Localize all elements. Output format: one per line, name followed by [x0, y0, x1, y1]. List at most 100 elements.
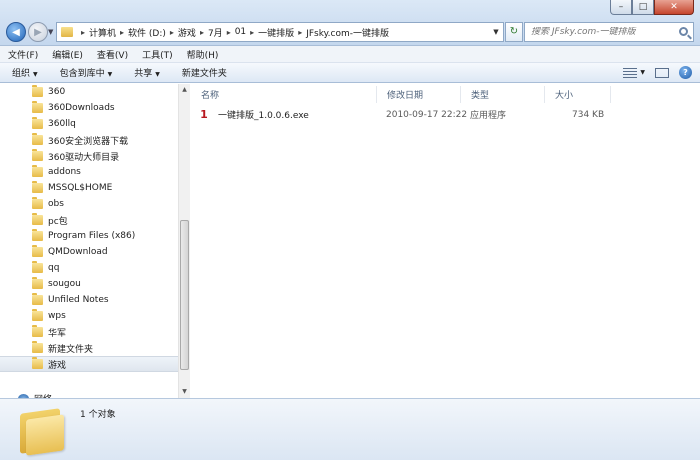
- include-in-library-button[interactable]: 包含到库中 ▼: [60, 66, 113, 79]
- tree-item-qq[interactable]: qq: [0, 260, 178, 276]
- tree-item-unfiled-notes[interactable]: Unfiled Notes: [0, 292, 178, 308]
- tree-item-addons[interactable]: addons: [0, 164, 178, 180]
- change-view-icon[interactable]: [623, 67, 638, 78]
- breadcrumb-drive-d[interactable]: 软件 (D:): [128, 26, 166, 39]
- tree-item-pc-package[interactable]: pc包: [0, 212, 178, 228]
- tree-item-program-files-x86[interactable]: Program Files (x86): [0, 228, 178, 244]
- tree-item-360-driver-master[interactable]: 360驱动大师目录: [0, 148, 178, 164]
- tree-item-label: sougou: [48, 279, 81, 289]
- tree-item-wps[interactable]: wps: [0, 308, 178, 324]
- back-arrow-icon: ◀: [12, 26, 20, 38]
- tree-item-label: 华军: [48, 328, 67, 339]
- command-toolbar: 组织 ▼ 包含到库中 ▼ 共享 ▼ 新建文件夹 ▼ ?: [0, 63, 700, 83]
- navigation-scrollbar[interactable]: ▲ ▼: [178, 84, 190, 398]
- forward-button[interactable]: ▶: [28, 22, 48, 42]
- breadcrumb-separator[interactable]: ▸: [298, 28, 302, 37]
- details-pane: 1 个对象: [0, 398, 700, 460]
- share-button[interactable]: 共享 ▼: [134, 66, 160, 79]
- breadcrumb-01[interactable]: 01: [235, 27, 246, 37]
- preview-pane-icon[interactable]: [655, 67, 669, 78]
- tree-item-360downloads[interactable]: 360Downloads: [0, 100, 178, 116]
- chevron-down-icon: ▼: [155, 71, 160, 78]
- tree-item-label: 360驱动大师目录: [48, 152, 120, 163]
- column-header-type[interactable]: 类型: [461, 86, 545, 103]
- organize-button[interactable]: 组织 ▼: [12, 66, 38, 79]
- scrollbar-thumb[interactable]: [180, 220, 189, 370]
- navigation-pane: 360 360Downloads 360llq 360安全浏览器下载 360驱动…: [0, 84, 190, 398]
- breadcrumb-separator[interactable]: ▸: [170, 28, 174, 37]
- search-box[interactable]: [524, 22, 694, 42]
- column-header-name[interactable]: 名称: [191, 86, 377, 103]
- tree-item-new-folder[interactable]: 新建文件夹: [0, 340, 178, 356]
- tree-item-360[interactable]: 360: [0, 84, 178, 100]
- item-count: 1 个对象: [80, 410, 116, 420]
- organize-label: 组织: [12, 69, 31, 79]
- tree-item-qmdownload[interactable]: QMDownload: [0, 244, 178, 260]
- folder-icon: [32, 85, 43, 97]
- folder-icon: [32, 165, 43, 177]
- folder-icon: [32, 149, 43, 161]
- breadcrumb-current-folder[interactable]: JFsky.com-一键排版: [306, 26, 389, 39]
- search-icon[interactable]: [679, 27, 688, 36]
- tree-item-label: 新建文件夹: [48, 344, 94, 355]
- column-header-modified[interactable]: 修改日期: [377, 86, 461, 103]
- minimize-button[interactable]: –: [610, 0, 632, 15]
- new-folder-button[interactable]: 新建文件夹: [182, 66, 227, 79]
- file-list-pane: 名称 修改日期 类型 大小 1 一键排版_1.0.0.6.exe 2010-09…: [191, 84, 700, 398]
- refresh-button[interactable]: ↻: [505, 22, 523, 42]
- file-name: 一键排版_1.0.0.6.exe: [218, 111, 309, 121]
- recent-pages-dropdown[interactable]: ▼: [48, 28, 53, 36]
- column-header-size[interactable]: 大小: [545, 86, 611, 103]
- tree-item-label: 360安全浏览器下载: [48, 136, 129, 147]
- file-modified: 2010-09-17 22:22: [386, 109, 468, 120]
- tree-item-obs[interactable]: obs: [0, 196, 178, 212]
- address-history-dropdown[interactable]: ▼: [489, 28, 503, 36]
- tree-item-huajun[interactable]: 华军: [0, 324, 178, 340]
- help-icon[interactable]: ?: [679, 66, 692, 79]
- menu-view[interactable]: 查看(V): [97, 48, 128, 61]
- breadcrumb-games[interactable]: 游戏: [178, 26, 196, 39]
- tree-item-label: wps: [48, 311, 66, 321]
- breadcrumb-july[interactable]: 7月: [208, 26, 223, 39]
- breadcrumb-one-click-layout[interactable]: 一键排版: [258, 26, 294, 39]
- search-input[interactable]: [531, 27, 671, 37]
- maximize-button[interactable]: □: [632, 0, 654, 15]
- tree-item-label: Program Files (x86): [48, 231, 136, 241]
- file-size: 734 KB: [572, 109, 605, 120]
- back-button[interactable]: ◀: [6, 22, 26, 42]
- folder-icon: [32, 261, 43, 273]
- menu-file[interactable]: 文件(F): [8, 48, 38, 61]
- view-options-dropdown[interactable]: ▼: [640, 69, 645, 76]
- menu-tools[interactable]: 工具(T): [142, 48, 173, 61]
- close-button[interactable]: ✕: [654, 0, 694, 15]
- chevron-down-icon: ▼: [33, 71, 38, 78]
- breadcrumb-separator[interactable]: ▸: [120, 28, 124, 37]
- tree-item-games[interactable]: 游戏: [0, 356, 178, 372]
- folder-icon: [32, 213, 43, 225]
- tree-item-label: 游戏: [48, 360, 67, 371]
- breadcrumb-separator[interactable]: ▸: [81, 28, 85, 37]
- folder-icon: [32, 309, 43, 321]
- folder-icon: [20, 407, 64, 456]
- forward-arrow-icon: ▶: [34, 26, 42, 38]
- folder-icon: [32, 197, 43, 209]
- breadcrumb-separator[interactable]: ▸: [250, 28, 254, 37]
- menu-edit[interactable]: 编辑(E): [52, 48, 83, 61]
- breadcrumb-computer[interactable]: 计算机: [89, 26, 116, 39]
- tree-item-label: pc包: [48, 216, 68, 227]
- folder-icon: [32, 245, 43, 257]
- menu-help[interactable]: 帮助(H): [187, 48, 219, 61]
- file-row[interactable]: 1 一键排版_1.0.0.6.exe 2010-09-17 22:22 应用程序…: [199, 106, 619, 123]
- tree-item-mssql-home[interactable]: MSSQL$HOME: [0, 180, 178, 196]
- scroll-down-arrow[interactable]: ▼: [179, 386, 190, 398]
- breadcrumb-separator[interactable]: ▸: [227, 28, 231, 37]
- breadcrumb-separator[interactable]: ▸: [200, 28, 204, 37]
- address-bar[interactable]: ▸ 计算机 ▸ 软件 (D:) ▸ 游戏 ▸ 7月 ▸ 01 ▸ 一键排版 ▸ …: [56, 22, 504, 42]
- chevron-down-icon: ▼: [107, 71, 113, 78]
- tree-item-sougou[interactable]: sougou: [0, 276, 178, 292]
- tree-item-360llq[interactable]: 360llq: [0, 116, 178, 132]
- folder-icon: [32, 101, 43, 113]
- scroll-up-arrow[interactable]: ▲: [179, 84, 190, 96]
- tree-item-360-browser-downloads[interactable]: 360安全浏览器下载: [0, 132, 178, 148]
- tree-item-label: 360llq: [48, 119, 76, 129]
